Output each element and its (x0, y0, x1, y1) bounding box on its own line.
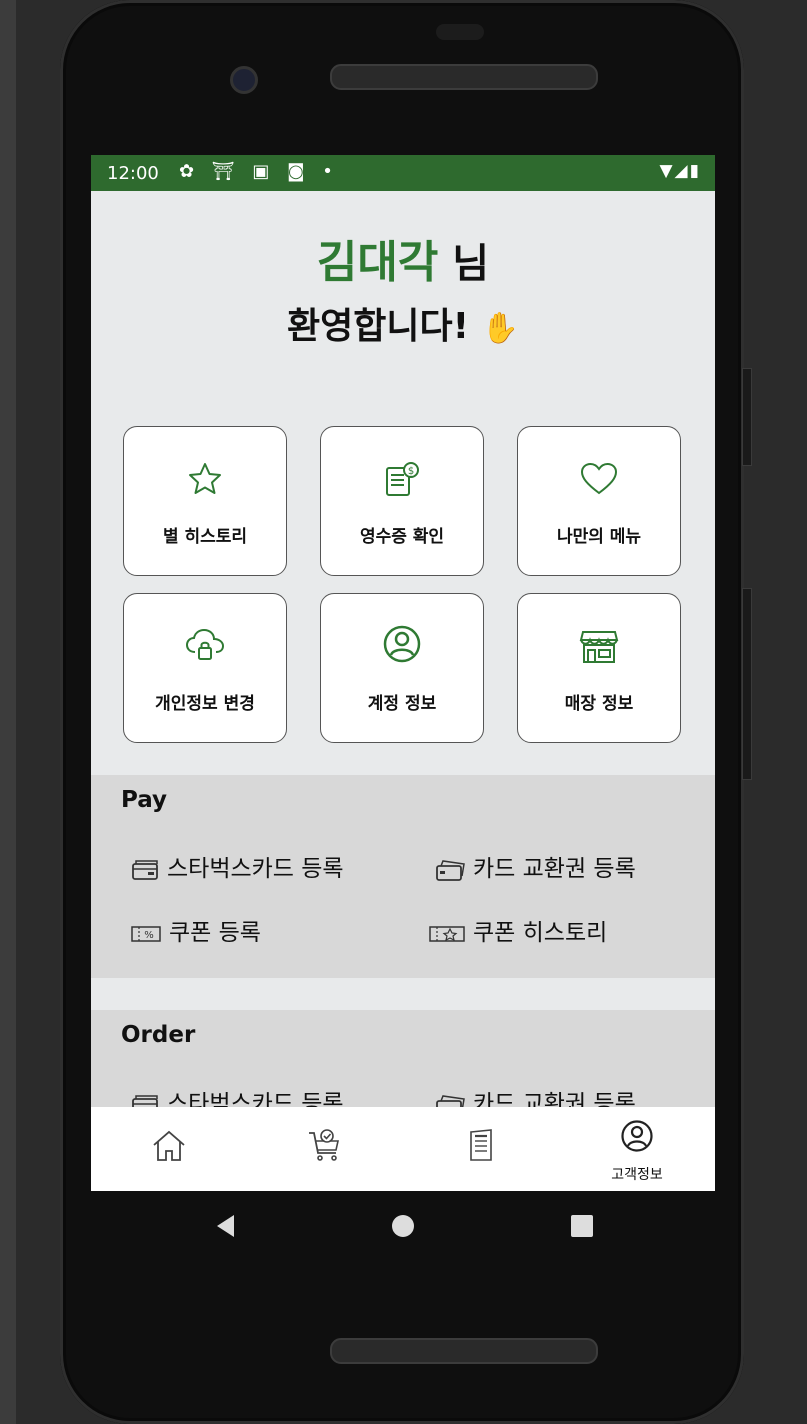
tile-label: 영수증 확인 (359, 527, 445, 547)
status-bar: 12:00 ✿ ⛩ ▣ ◙ • ▼◢▮ (91, 155, 715, 191)
svg-text:%: % (144, 930, 154, 941)
tile-label: 매장 정보 (564, 694, 634, 714)
svg-text:$: $ (408, 466, 414, 477)
background-strip (0, 0, 16, 1424)
home-icon (153, 1130, 185, 1161)
tile-label: 계정 정보 (367, 694, 437, 714)
pay-coupon-history[interactable]: 쿠폰 히스토리 (429, 913, 607, 947)
notification-icons: ✿ ⛩ ▣ ◙ • (179, 161, 339, 182)
nav-label: 고객정보 (611, 1167, 663, 1183)
home-circle-icon[interactable] (392, 1215, 414, 1237)
row-label: 쿠폰 등록 (169, 920, 261, 946)
tile-label: 나만의 메뉴 (556, 527, 642, 547)
user-name: 김대각 (316, 237, 439, 288)
cloud-lock-icon (185, 628, 225, 660)
tile-label: 별 히스토리 (162, 527, 248, 547)
cart-icon (309, 1129, 339, 1161)
tile-star-history[interactable]: 별 히스토리 (123, 426, 287, 576)
row-label: 카드 교환권 등록 (473, 856, 636, 882)
row-label: 쿠폰 히스토리 (473, 920, 608, 946)
account-icon (383, 625, 421, 663)
welcome-line: 환영합니다! ✋ (91, 305, 715, 351)
order-title: Order (121, 1022, 196, 1048)
star-icon (189, 463, 221, 494)
nav-order[interactable] (247, 1107, 403, 1191)
honorific: 님 (438, 241, 490, 287)
back-icon[interactable] (217, 1215, 234, 1237)
coupon-star-icon (429, 925, 465, 942)
heart-icon (580, 462, 618, 495)
recents-icon[interactable] (571, 1215, 593, 1237)
pay-title: Pay (121, 787, 168, 813)
tile-store-info[interactable]: 매장 정보 (517, 593, 681, 743)
system-navigation-bar (91, 1191, 715, 1261)
tile-my-menu[interactable]: 나만의 메뉴 (517, 426, 681, 576)
tile-personal-info[interactable]: 개인정보 변경 (123, 593, 287, 743)
receipt-icon: $ (386, 462, 419, 496)
tile-receipt[interactable]: $ 영수증 확인 (320, 426, 484, 576)
status-time: 12:00 (107, 163, 159, 184)
pay-register-voucher[interactable]: 카드 교환권 등록 (435, 849, 636, 883)
front-camera (230, 66, 258, 94)
wave-emoji: ✋ (481, 311, 519, 346)
pay-register-card[interactable]: 스타벅스카드 등록 (131, 849, 344, 883)
customer-icon (621, 1120, 653, 1152)
tile-account-info[interactable]: 계정 정보 (320, 593, 484, 743)
nav-customer-info[interactable]: 고객정보 (559, 1107, 715, 1191)
bottom-speaker (330, 1338, 598, 1364)
volume-button (742, 368, 752, 466)
power-button (742, 588, 752, 780)
tile-label: 개인정보 변경 (155, 694, 255, 714)
nav-menu[interactable] (403, 1107, 559, 1191)
card-icon (132, 859, 158, 880)
signal-battery-icons: ▼◢▮ (659, 161, 701, 181)
coupon-icon: % (131, 925, 161, 942)
pay-register-coupon[interactable]: % 쿠폰 등록 (131, 913, 261, 947)
store-icon (579, 631, 619, 663)
top-speaker (330, 64, 598, 90)
welcome-text: 환영합니다! (287, 306, 470, 347)
greeting: 김대각 님 환영합니다! ✋ (91, 237, 715, 351)
app-screen: 12:00 ✿ ⛩ ▣ ◙ • ▼◢▮ 김대각 님 환영합니다! ✋ 별 히스토… (91, 155, 715, 1191)
nav-home[interactable] (91, 1107, 247, 1191)
voucher-icon (436, 859, 465, 881)
row-label: 스타벅스카드 등록 (167, 856, 344, 882)
menu-icon (470, 1129, 492, 1161)
earpiece (436, 24, 484, 40)
pay-section: Pay 스타벅스카드 등록 카드 교환권 등록 % 쿠폰 등록 쿠폰 히스토리 (91, 775, 715, 978)
greeting-name-line: 김대각 님 (91, 237, 715, 289)
bottom-navigation: 고객정보 (91, 1107, 715, 1191)
